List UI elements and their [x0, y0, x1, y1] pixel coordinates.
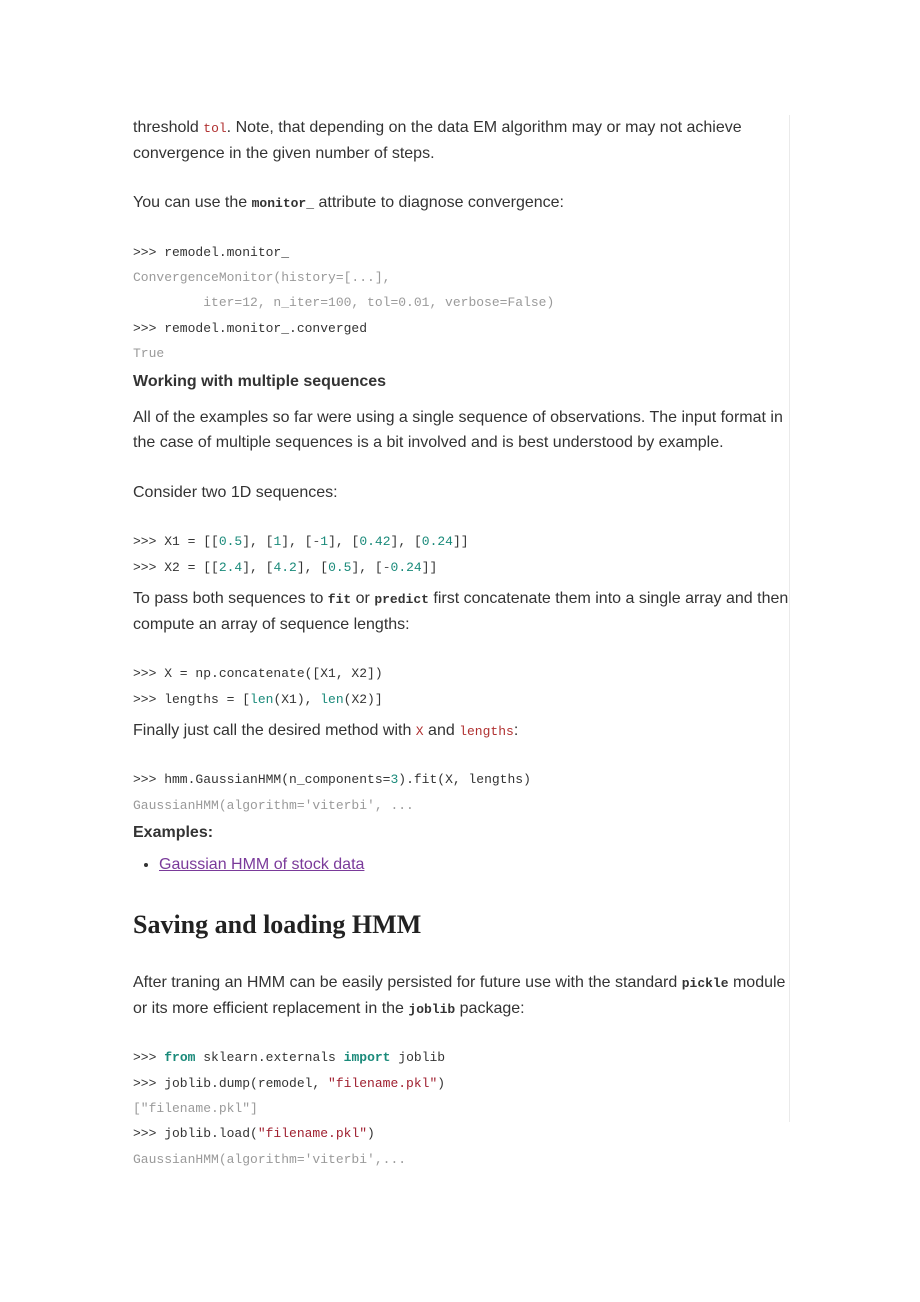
code-line: >>> remodel.monitor_	[133, 245, 289, 260]
code-line: GaussianHMM(algorithm='viterbi', ...	[133, 798, 414, 813]
text: To pass both sequences to	[133, 590, 328, 607]
code-block-concat: >>> X = np.concatenate([X1, X2]) >>> len…	[133, 661, 790, 712]
code-pickle: pickle	[682, 976, 729, 991]
page-content: threshold tol. Note, that depending on t…	[0, 0, 920, 1302]
text: attribute to diagnose convergence:	[314, 194, 564, 211]
heading-saving-loading: Saving and loading HMM	[133, 910, 790, 940]
code-tol: tol	[203, 121, 226, 136]
heading-examples: Examples:	[133, 824, 790, 842]
text: and	[424, 722, 460, 739]
code-line: >>> from sklearn.externals import joblib	[133, 1050, 445, 1065]
code-block-joblib: >>> from sklearn.externals import joblib…	[133, 1045, 790, 1172]
text: :	[514, 722, 518, 739]
code-block-fit: >>> hmm.GaussianHMM(n_components=3).fit(…	[133, 767, 790, 818]
heading-multiple-sequences: Working with multiple sequences	[133, 373, 790, 391]
text: After traning an HMM can be easily persi…	[133, 974, 682, 991]
code-block-monitor: >>> remodel.monitor_ ConvergenceMonitor(…	[133, 240, 790, 367]
code-line: >>> remodel.monitor_.converged	[133, 321, 367, 336]
paragraph-consider: Consider two 1D sequences:	[133, 480, 790, 506]
text: Finally just call the desired method wit…	[133, 722, 416, 739]
code-fit: fit	[328, 592, 351, 607]
code-predict: predict	[374, 592, 429, 607]
text: threshold	[133, 119, 203, 136]
code-line: >>> lengths = [len(X1), len(X2)]	[133, 692, 383, 707]
code-line: ["filename.pkl"]	[133, 1101, 258, 1116]
code-line: >>> X = np.concatenate([X1, X2])	[133, 666, 383, 681]
text: or	[351, 590, 374, 607]
code-line: >>> joblib.dump(remodel, "filename.pkl")	[133, 1076, 445, 1091]
paragraph-concat: To pass both sequences to fit or predict…	[133, 586, 790, 637]
code-line: >>> hmm.GaussianHMM(n_components=3).fit(…	[133, 772, 531, 787]
code-x: X	[416, 724, 424, 739]
link-gaussian-hmm[interactable]: Gaussian HMM of stock data	[159, 856, 364, 873]
paragraph-multi-intro: All of the examples so far were using a …	[133, 405, 790, 456]
paragraph-threshold: threshold tol. Note, that depending on t…	[133, 115, 790, 166]
text: You can use the	[133, 194, 252, 211]
code-line: True	[133, 346, 164, 361]
code-block-sequences: >>> X1 = [[0.5], [1], [-1], [0.42], [0.2…	[133, 529, 790, 580]
code-line: >>> joblib.load("filename.pkl")	[133, 1126, 375, 1141]
code-line: GaussianHMM(algorithm='viterbi',...	[133, 1152, 406, 1167]
code-monitor: monitor_	[252, 196, 314, 211]
list-item: Gaussian HMM of stock data	[159, 856, 790, 874]
examples-list: Gaussian HMM of stock data	[133, 856, 790, 874]
text: package:	[455, 1000, 524, 1017]
code-joblib: joblib	[408, 1002, 455, 1017]
code-line: iter=12, n_iter=100, tol=0.01, verbose=F…	[133, 295, 554, 310]
paragraph-finally: Finally just call the desired method wit…	[133, 718, 790, 744]
paragraph-monitor: You can use the monitor_ attribute to di…	[133, 190, 790, 216]
paragraph-saving: After traning an HMM can be easily persi…	[133, 970, 790, 1021]
code-line: ConvergenceMonitor(history=[...],	[133, 270, 390, 285]
code-lengths: lengths	[459, 724, 514, 739]
